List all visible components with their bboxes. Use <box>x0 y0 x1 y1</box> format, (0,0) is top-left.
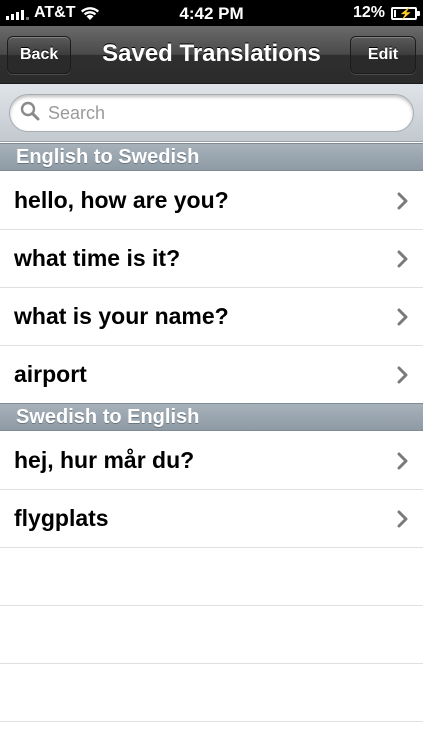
list-item-label: airport <box>14 361 87 387</box>
list-item-label: what time is it? <box>14 245 181 271</box>
battery-charging-icon: ⚡ <box>391 6 420 20</box>
list-item[interactable]: flygplats <box>0 490 423 548</box>
empty-row <box>0 664 423 722</box>
empty-row <box>0 606 423 664</box>
chevron-right-icon <box>397 510 409 533</box>
page-title: Saved Translations <box>102 40 321 67</box>
status-right: 12% ⚡ <box>352 4 420 22</box>
navigation-bar: Back Saved Translations Edit <box>0 26 423 84</box>
edit-button[interactable]: Edit <box>350 36 416 74</box>
bolt-icon: ⚡ <box>399 7 413 20</box>
search-bar <box>0 84 423 142</box>
list-item[interactable]: airport <box>0 346 423 404</box>
chevron-right-icon <box>397 250 409 273</box>
chevron-right-icon <box>397 366 409 389</box>
list-item[interactable]: what time is it? <box>0 230 423 288</box>
status-bar: AT&T 4:42 PM 12% ⚡ <box>0 0 423 26</box>
list-item-label: what is your name? <box>14 303 229 329</box>
search-icon <box>20 101 40 126</box>
list-item[interactable]: what is your name? <box>0 288 423 346</box>
list-item[interactable]: hej, hur mår du? <box>0 432 423 490</box>
list-item[interactable]: hello, how are you? <box>0 172 423 230</box>
battery-fill <box>394 9 396 17</box>
list-item-label: hello, how are you? <box>14 187 229 213</box>
chevron-right-icon <box>397 308 409 331</box>
empty-row <box>0 548 423 606</box>
back-button[interactable]: Back <box>7 36 71 74</box>
search-field[interactable] <box>9 94 414 132</box>
chevron-right-icon <box>397 452 409 475</box>
section-header-english-to-swedish: English to Swedish <box>0 143 423 171</box>
chevron-right-icon <box>397 192 409 215</box>
list-item-label: hej, hur mår du? <box>14 447 195 473</box>
search-input[interactable] <box>48 102 348 124</box>
battery-percent: 12% <box>352 4 385 21</box>
list-item-label: flygplats <box>14 505 109 531</box>
section-header-swedish-to-english: Swedish to English <box>0 403 423 431</box>
